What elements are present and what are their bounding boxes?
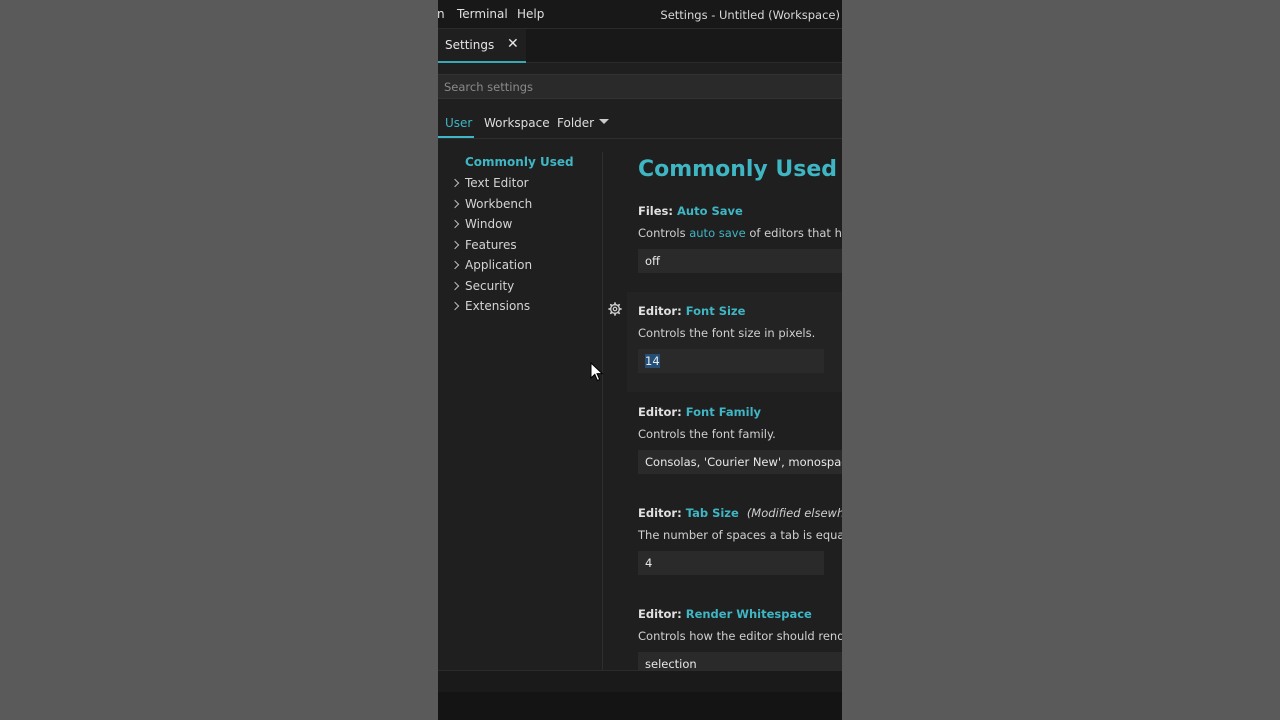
setting-category: Editor:	[638, 607, 682, 621]
toc-item-workbench[interactable]: Workbench	[465, 197, 532, 211]
setting-title: Editor: Render Whitespace	[638, 607, 842, 621]
desc-text: of editors that have	[749, 226, 842, 240]
auto-save-select[interactable]: off	[638, 249, 842, 273]
toc-item-text-editor[interactable]: Text Editor	[465, 176, 529, 190]
section-title: Commonly Used	[638, 157, 838, 182]
setting-category: Editor:	[638, 304, 682, 318]
tab-folder[interactable]: Folder	[557, 116, 594, 130]
setting-title: Editor: Tab Size (Modified elsewhere)	[638, 506, 842, 520]
chevron-right-icon[interactable]	[450, 260, 460, 270]
chevron-right-icon[interactable]	[450, 199, 460, 209]
tab-workspace[interactable]: Workspace	[484, 116, 550, 130]
right-letterbox	[842, 0, 1280, 720]
font-size-value: 14	[645, 354, 660, 368]
setting-title: Editor: Font Family	[638, 405, 842, 419]
setting-description: Controls the font family.	[638, 427, 776, 441]
setting-description: The number of spaces a tab is equal to	[638, 528, 842, 542]
setting-key: Tab Size	[685, 506, 739, 520]
search-container	[438, 74, 842, 99]
modified-elsewhere-label[interactable]: (Modified elsewhere)	[747, 506, 842, 520]
mouse-pointer-icon	[590, 362, 604, 382]
close-icon[interactable]: ✕	[507, 36, 519, 52]
setting-category: Editor:	[638, 506, 682, 520]
active-tab-indicator	[438, 136, 474, 138]
setting-key: Auto Save	[677, 204, 743, 218]
title-bar: n Terminal Help Settings - Untitled (Wor…	[438, 0, 842, 29]
setting-editor-render-whitespace: Editor: Render Whitespace Controls how t…	[638, 607, 842, 670]
setting-files-auto-save: Files: Auto Save Controls auto save of e…	[638, 204, 842, 273]
toc-item-window[interactable]: Window	[465, 217, 512, 231]
setting-key: Font Family	[685, 405, 762, 419]
tab-settings-label: Settings	[445, 38, 495, 52]
toc-item-extensions[interactable]: Extensions	[465, 299, 530, 313]
window-title: Settings - Untitled (Workspace)	[660, 8, 840, 22]
chevron-right-icon[interactable]	[450, 281, 460, 291]
setting-description: Controls auto save of editors that have	[638, 226, 842, 240]
chevron-down-icon[interactable]	[599, 119, 609, 124]
left-letterbox	[0, 0, 438, 720]
toc-item-commonly-used[interactable]: Commonly Used	[465, 155, 574, 169]
auto-save-link[interactable]: auto save	[689, 226, 745, 240]
font-size-input[interactable]: 14	[638, 349, 824, 373]
editor-tab-bar: Settings ✕	[438, 29, 842, 63]
menu-item-terminal[interactable]: Terminal	[457, 7, 508, 21]
setting-description: Controls the font size in pixels.	[638, 326, 816, 340]
tab-size-input[interactable]: 4	[638, 551, 824, 575]
settings-list: Commonly Used Files: Auto Save Controls …	[603, 140, 842, 670]
setting-category: Files:	[638, 204, 673, 218]
chevron-right-icon[interactable]	[450, 240, 460, 250]
status-bar	[438, 670, 842, 692]
setting-editor-tab-size: Editor: Tab Size (Modified elsewhere) Th…	[638, 506, 842, 575]
settings-scope-tabs: User Workspace Folder	[438, 108, 842, 139]
chevron-right-icon[interactable]	[450, 219, 460, 229]
setting-category: Editor:	[638, 405, 682, 419]
setting-title: Editor: Font Size	[638, 304, 842, 318]
chevron-right-icon[interactable]	[450, 178, 460, 188]
setting-key: Font Size	[685, 304, 746, 318]
bottom-panel	[438, 692, 842, 720]
setting-editor-font-family: Editor: Font Family Controls the font fa…	[638, 405, 842, 474]
font-family-input[interactable]: Consolas, 'Courier New', monospace	[638, 450, 842, 474]
desc-text: Controls	[638, 226, 690, 240]
toc-item-application[interactable]: Application	[465, 258, 532, 272]
search-input[interactable]	[438, 75, 842, 98]
setting-key: Render Whitespace	[685, 607, 812, 621]
tab-user[interactable]: User	[445, 116, 472, 130]
menu-item-help[interactable]: Help	[517, 7, 544, 21]
tab-settings[interactable]: Settings ✕	[438, 29, 526, 63]
settings-toc: Commonly Used Text Editor Workbench Wind…	[438, 140, 602, 670]
render-whitespace-select[interactable]: selection	[638, 652, 842, 670]
setting-editor-font-size: Editor: Font Size Controls the font size…	[638, 304, 842, 373]
toc-item-security[interactable]: Security	[465, 279, 514, 293]
toc-item-features[interactable]: Features	[465, 238, 517, 252]
setting-description: Controls how the editor should render	[638, 629, 842, 643]
chevron-right-icon[interactable]	[450, 301, 460, 311]
vscode-window: n Terminal Help Settings - Untitled (Wor…	[438, 0, 842, 720]
menu-item-partial[interactable]: n	[438, 7, 445, 21]
setting-title: Files: Auto Save	[638, 204, 842, 218]
gear-icon[interactable]	[608, 302, 622, 316]
